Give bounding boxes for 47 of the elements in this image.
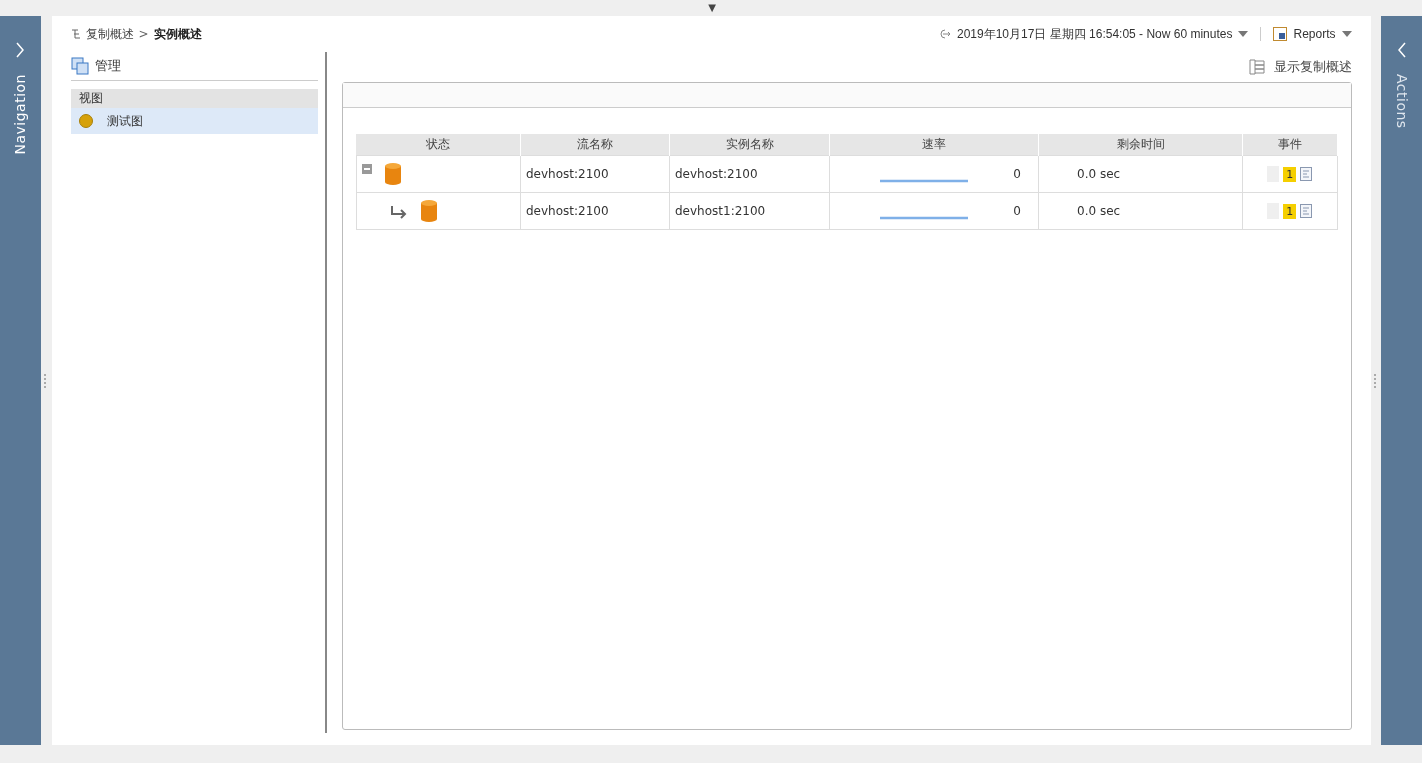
navigation-rail[interactable]: Navigation [0,16,41,745]
table-cell: devhost1:2100 [669,192,830,230]
report-icon [1273,27,1288,41]
document-icon[interactable] [1300,204,1313,218]
table-cell: devhost:2100 [520,192,670,230]
reports-menu[interactable]: Reports [1293,27,1336,41]
collapse-toggle[interactable] [361,164,372,174]
table-cell: 0.0 sec [1038,192,1243,230]
column-header[interactable]: 状态 [356,134,521,156]
resize-grip[interactable] [44,373,49,388]
show-overview-link[interactable]: 显示复制概述 [1273,58,1352,76]
list-view-icon[interactable] [1247,58,1266,76]
column-header[interactable]: 速率 [829,134,1039,156]
column-header[interactable]: 剩余时间 [1038,134,1243,156]
arrow-icon [939,29,951,39]
chevron-left-icon[interactable] [1396,42,1407,58]
child-arrow-icon [389,205,408,219]
breadcrumb-item[interactable]: 复制概述 [85,25,134,43]
panel-title: 管理 [94,57,121,75]
navigation-label: Navigation [12,74,29,155]
tree-item[interactable]: 测试图 [70,108,318,134]
windows-icon [70,57,89,75]
table-cell: 0 [1013,204,1021,218]
resize-grip[interactable] [1373,373,1378,388]
database-icon [383,162,402,186]
collapse-toggle[interactable]: ▼ [708,2,716,14]
actions-label: Actions [1393,74,1410,129]
breadcrumb-separator: > [138,27,149,41]
table-cell: 0.0 sec [1038,155,1243,193]
database-icon [419,199,438,223]
column-header[interactable]: 流名称 [520,134,670,156]
caret-icon[interactable] [1238,31,1249,37]
event-count-badge[interactable]: 1 [1283,166,1297,182]
status-dot [78,114,93,128]
breadcrumb-item: 实例概述 [153,25,202,43]
document-icon[interactable] [1300,167,1313,181]
actions-rail[interactable]: Actions [1381,16,1422,745]
table-cell: 0 [1013,167,1021,181]
section-header: 视图 [70,89,318,108]
time-range-selector[interactable]: 2019年10月17日 星期四 16:54:05 - Now 60 minutes [957,25,1233,43]
event-count-badge[interactable]: 1 [1283,203,1297,219]
column-header[interactable]: 事件 [1242,134,1337,156]
column-header[interactable]: 实例名称 [669,134,830,156]
table-cell: devhost:2100 [520,155,670,193]
table-cell: devhost:2100 [669,155,830,193]
chevron-right-icon[interactable] [15,42,26,58]
caret-icon[interactable] [1341,31,1352,37]
